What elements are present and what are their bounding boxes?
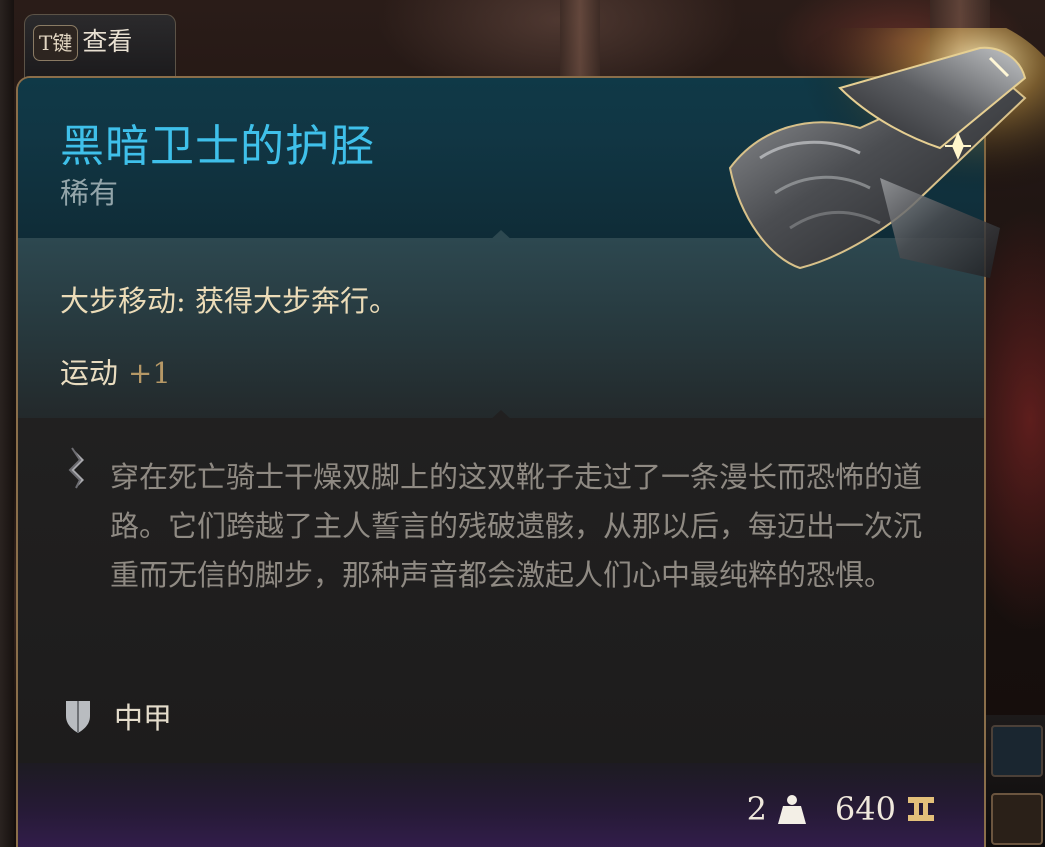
stat-name: 运动 xyxy=(60,356,119,390)
background-figure xyxy=(930,0,990,80)
weight-icon xyxy=(777,795,806,824)
section-divider-notch xyxy=(488,230,514,242)
keycap-t: T键 xyxy=(33,25,79,61)
background-figure xyxy=(560,0,600,80)
gold-coin-icon xyxy=(908,797,934,821)
item-description: 穿在死亡骑士干燥双脚上的这双靴子走过了一条漫长而恐怖的道路。它们跨越了主人誓言的… xyxy=(110,460,923,592)
inventory-slots-edge[interactable] xyxy=(982,715,1045,847)
item-rarity: 稀有 xyxy=(60,176,119,210)
shield-icon xyxy=(66,701,90,733)
quote-mark-icon xyxy=(68,447,84,489)
item-stat: 运动 +1 xyxy=(60,350,171,392)
inspect-label: 查看 xyxy=(82,27,133,56)
armor-type: 中甲 xyxy=(114,701,173,735)
stat-value: +1 xyxy=(128,356,171,390)
section-divider-notch xyxy=(488,410,514,422)
item-effect: 大步移动: 获得大步奔行。 xyxy=(60,284,398,318)
item-name: 黑暗卫士的护胫 xyxy=(60,121,375,172)
gold-value: 640 xyxy=(834,790,896,828)
inspect-key-hint[interactable]: T键 查看 xyxy=(24,14,176,80)
item-tooltip: 黑暗卫士的护胫 稀有 大步移动: 获得大步奔行。 运动 +1 穿在死亡骑士干燥双脚… xyxy=(16,76,986,847)
weight-value: 2 xyxy=(746,790,767,828)
item-weight-value: 2 640 xyxy=(747,790,936,828)
left-edge-panel xyxy=(0,0,14,847)
